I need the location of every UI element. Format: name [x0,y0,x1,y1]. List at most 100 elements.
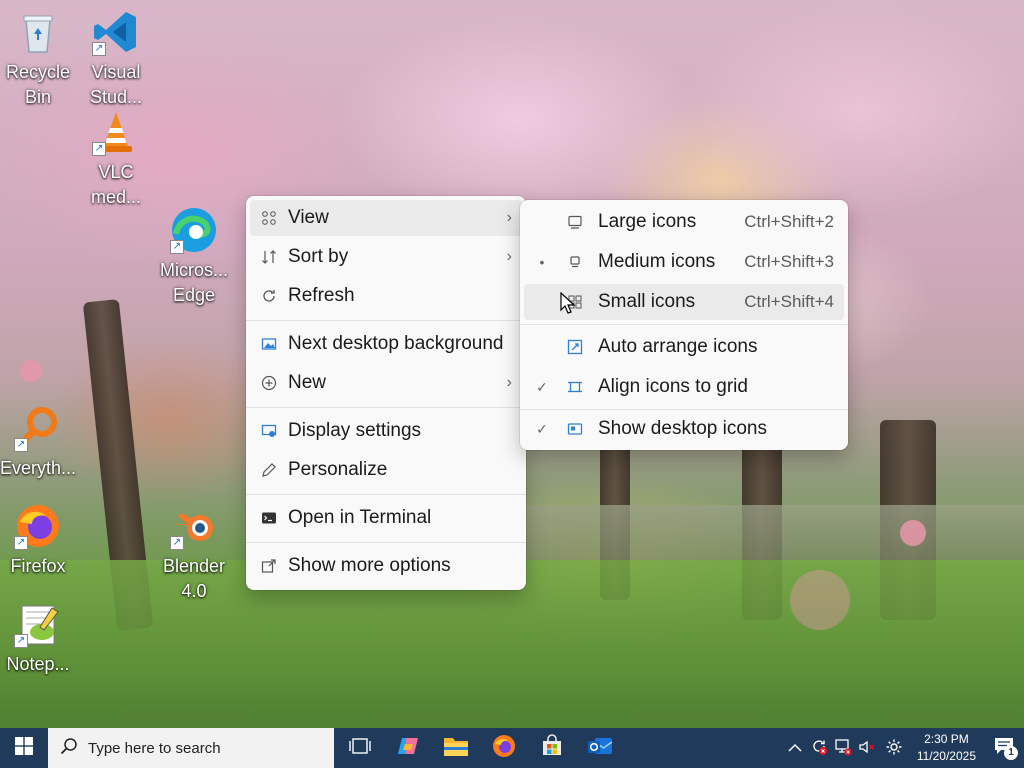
submenu-item-large-icons[interactable]: Large icons Ctrl+Shift+2 [524,204,844,240]
terminal-icon [260,509,278,527]
chevron-right-icon: › [506,209,512,226]
submenu-item-align-icons-to-grid[interactable]: ✓ Align icons to grid [524,369,844,405]
grid-icon [260,209,278,227]
pen-icon [260,461,278,479]
notification-center-button[interactable]: 1 [984,728,1024,768]
submenu-item-show-desktop-icons[interactable]: ✓ Show desktop icons [524,411,844,447]
shortcut-arrow-icon: ↗ [170,240,184,254]
menu-item-display-settings[interactable]: Display settings [250,413,522,449]
menu-item-sort-by[interactable]: Sort by › [250,239,522,275]
tray-settings[interactable] [879,728,909,768]
recycle-bin-icon [14,8,62,56]
submenu-item-auto-arrange-icons[interactable]: Auto arrange icons [524,329,844,365]
menu-separator [520,409,848,410]
shortcut-arrow-icon: ↗ [170,536,184,550]
firefox-icon [492,734,516,763]
blossom-bokeh [20,360,42,382]
menu-item-open-in-terminal[interactable]: Open in Terminal [250,500,522,536]
check-mark: ✓ [536,378,548,395]
store-icon [540,733,564,763]
keyboard-shortcut: Ctrl+Shift+3 [744,252,834,271]
taskbar-file-explorer[interactable] [432,728,480,768]
menu-item-show-more-options[interactable]: Show more options [250,548,522,584]
notification-count-badge: 1 [1004,746,1018,760]
shortcut-arrow-icon: ↗ [14,634,28,648]
desktop-icon-firefox[interactable]: ↗ Firefox [0,502,76,579]
chevron-up-icon [788,740,802,756]
submenu-item-medium-icons[interactable]: • Medium icons Ctrl+Shift+3 [524,244,844,280]
show-hidden-icons-button[interactable] [783,728,807,768]
vscode-icon: ↗ [92,8,140,56]
submenu-item-label: Show desktop icons [598,418,767,439]
desktop-background[interactable]: Recycle Bin ↗ Visual Stud... ↗ VLC med..… [0,0,1024,728]
task-view-button[interactable] [336,728,384,768]
large-icons-icon [566,213,584,231]
medium-icons-icon [566,253,584,271]
menu-item-label: Refresh [288,285,355,306]
desktop-icon-vlc[interactable]: ↗ VLC med... [78,108,154,210]
menu-separator [246,494,526,495]
check-mark: ✓ [536,420,548,437]
tray-network[interactable] [831,728,855,768]
search-icon [60,737,78,760]
submenu-item-label: Medium icons [598,251,716,272]
taskbar-copilot[interactable] [384,728,432,768]
refresh-icon [260,287,278,305]
taskbar-firefox[interactable] [480,728,528,768]
menu-item-label: Next desktop background [288,333,504,354]
desktop-icon-label: Notep... [6,654,70,674]
align-grid-icon [566,378,584,396]
menu-item-view[interactable]: View › [250,200,522,236]
network-disconnected-icon [834,738,852,759]
view-submenu: Large icons Ctrl+Shift+2 • Medium icons … [520,200,848,450]
shortcut-arrow-icon: ↗ [14,536,28,550]
desktop-icon-edge[interactable]: ↗ Micros... Edge [156,206,232,308]
taskbar-microsoft-store[interactable] [528,728,576,768]
gear-icon [885,738,903,759]
menu-item-new[interactable]: New › [250,365,522,401]
menu-separator [246,407,526,408]
menu-item-label: Show more options [288,555,451,576]
background-hedge [520,505,1024,560]
vlc-cone-icon: ↗ [92,108,140,156]
sync-error-icon [810,738,828,759]
folder-icon [443,735,469,762]
everything-search-icon: ↗ [14,404,62,452]
desktop-icon-label: Everyth... [0,458,77,478]
desktop-icon-blender[interactable]: ↗ Blender 4.0 [156,502,232,604]
desktop-icon-label: Blender 4.0 [162,556,226,601]
windows-logo-icon [15,736,33,760]
menu-item-label: Open in Terminal [288,507,432,528]
start-button[interactable] [0,728,48,768]
desktop-icon-recycle-bin[interactable]: Recycle Bin [0,8,76,110]
desktop-context-menu: View › Sort by › Refresh Next desktop ba… [246,196,526,590]
menu-item-label: Sort by [288,246,349,267]
desktop-icon-everything[interactable]: ↗ Everyth... [0,404,76,481]
clock-time: 2:30 PM [924,732,969,746]
show-desktop-icons-icon [566,420,584,438]
tray-volume[interactable] [855,728,879,768]
taskbar-outlook[interactable] [576,728,624,768]
system-tray: 2:30 PM 11/20/2025 1 [783,728,1024,768]
menu-item-label: Personalize [288,459,388,480]
shortcut-arrow-icon: ↗ [14,438,28,452]
menu-item-personalize[interactable]: Personalize [250,452,522,488]
menu-separator [246,542,526,543]
blossom-bokeh [790,570,850,630]
keyboard-shortcut: Ctrl+Shift+4 [744,292,834,311]
taskbar-clock[interactable]: 2:30 PM 11/20/2025 [909,731,984,765]
tray-sync-status[interactable] [807,728,831,768]
desktop-icon-visual-studio-code[interactable]: ↗ Visual Stud... [78,8,154,110]
taskbar-search-box[interactable]: Type here to search [48,728,334,768]
desktop-icon-notepad-plus-plus[interactable]: ↗ Notep... [0,600,76,677]
shortcut-arrow-icon: ↗ [92,42,106,56]
taskbar: Type here to search 2:30 PM 11/20/2025 1 [0,728,1024,768]
search-placeholder: Type here to search [88,739,221,757]
menu-item-label: View [288,207,329,228]
share-icon [260,557,278,575]
menu-item-refresh[interactable]: Refresh [250,278,522,314]
auto-arrange-icon [566,338,584,356]
chevron-right-icon: › [506,374,512,391]
menu-item-next-desktop-background[interactable]: Next desktop background [250,326,522,362]
menu-item-label: New [288,372,327,393]
